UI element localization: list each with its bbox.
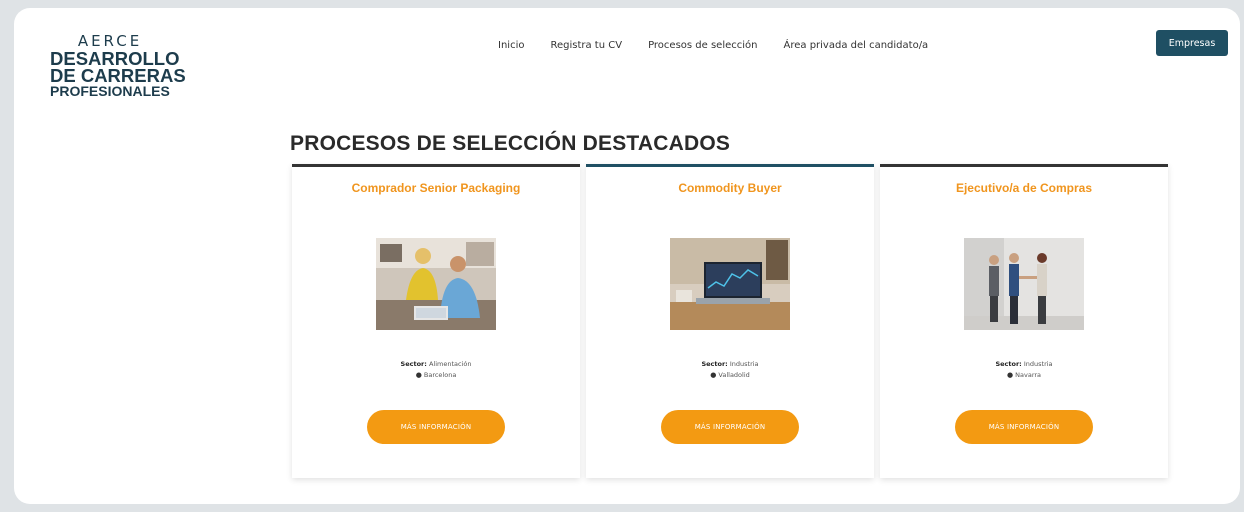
location-pin-icon: ● — [710, 371, 717, 379]
sector-label: Sector: — [701, 360, 728, 368]
nav-item-area-privada[interactable]: Área privada del candidato/a — [784, 40, 929, 51]
job-meta: Sector: Alimentación ● Barcelona — [292, 359, 580, 381]
logo-line-2: DE CARRERAS — [50, 65, 186, 86]
job-meta: Sector: Industria ● Valladolid — [586, 359, 874, 381]
job-title[interactable]: Ejecutivo/a de Compras — [880, 181, 1168, 195]
browser-page: AERCE DESARROLLO DE CARRERAS PROFESIONAL… — [14, 8, 1240, 504]
location-value: Barcelona — [423, 371, 457, 379]
page-title: PROCESOS DE SELECCIÓN DESTACADOS — [290, 132, 731, 155]
more-info-button[interactable]: MÁS INFORMACIÓN — [367, 410, 505, 444]
more-info-button[interactable]: MÁS INFORMACIÓN — [955, 410, 1093, 444]
business-handshake-photo — [964, 238, 1084, 330]
nav-item-inicio[interactable]: Inicio — [498, 40, 524, 51]
job-title[interactable]: Commodity Buyer — [586, 181, 874, 195]
empresas-button[interactable]: Empresas — [1156, 30, 1228, 56]
laptop-trading-screen-photo — [670, 238, 790, 330]
sector-label: Sector: — [995, 360, 1022, 368]
nav-item-registra-cv[interactable]: Registra tu CV — [550, 40, 622, 51]
job-card: Commodity Buyer Sector: Industria ● Vall… — [586, 164, 874, 478]
location-value: Valladolid — [718, 371, 750, 379]
job-card: Ejecutivo/a de Compras Sector: Industria… — [880, 164, 1168, 478]
sector-value: Industria — [1023, 360, 1053, 368]
main-nav: Inicio Registra tu CV Procesos de selecc… — [498, 40, 954, 51]
sector-label: Sector: — [400, 360, 427, 368]
site-logo[interactable]: AERCE DESARROLLO DE CARRERAS PROFESIONAL… — [50, 32, 210, 98]
people-at-laptop-photo — [376, 238, 496, 330]
nav-item-procesos[interactable]: Procesos de selección — [648, 40, 757, 51]
sector-value: Industria — [729, 360, 759, 368]
location-pin-icon: ● — [1006, 371, 1014, 379]
location-value: Navarra — [1015, 371, 1042, 379]
job-meta: Sector: Industria ● Navarra — [880, 359, 1168, 381]
job-title[interactable]: Comprador Senior Packaging — [292, 181, 580, 195]
job-card: Comprador Senior Packaging Sector: Alime… — [292, 164, 580, 478]
location-pin-icon: ● — [415, 371, 422, 379]
sector-value: Alimentación — [428, 360, 472, 368]
job-cards: Comprador Senior Packaging Sector: Alime… — [292, 164, 1168, 478]
more-info-button[interactable]: MÁS INFORMACIÓN — [661, 410, 799, 444]
logo-line-3: PROFESIONALES — [50, 83, 170, 99]
